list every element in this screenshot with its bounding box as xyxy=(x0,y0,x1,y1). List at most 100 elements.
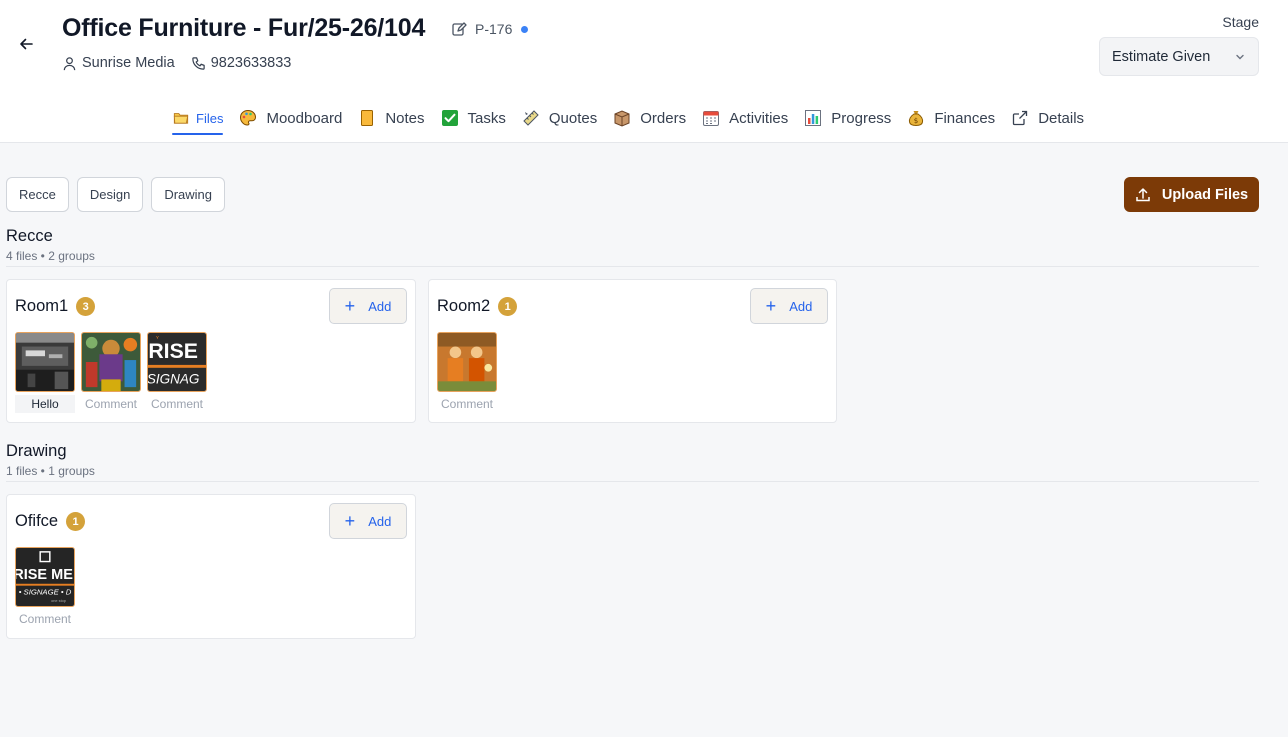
file-caption[interactable]: Comment xyxy=(81,395,141,413)
tab-label: Activities xyxy=(729,109,789,127)
filter-design-button[interactable]: Design xyxy=(76,177,144,212)
chevron-down-icon xyxy=(1234,51,1246,67)
meta-row: Sunrise Media 9823633833 xyxy=(62,55,291,71)
checkbox-icon xyxy=(441,109,459,127)
file-count-badge: 1 xyxy=(66,512,86,531)
add-label: Add xyxy=(368,298,392,314)
svg-text:• SIGNAGE • D: • SIGNAGE • D xyxy=(19,587,72,596)
divider xyxy=(6,481,1259,482)
tab-label: Files xyxy=(196,110,224,126)
section-title: Recce xyxy=(6,227,53,245)
tab-notes[interactable]: Notes xyxy=(358,101,425,135)
tab-label: Notes xyxy=(385,109,425,127)
tab-label: Finances xyxy=(934,109,996,127)
upload-label: Upload Files xyxy=(1161,186,1249,203)
filter-row: Recce Design Drawing xyxy=(6,177,233,212)
file-caption[interactable]: Comment xyxy=(15,610,75,628)
tab-moodboard[interactable]: Moodboard xyxy=(239,101,342,135)
svg-text:SIGNAG: SIGNAG xyxy=(147,371,199,386)
user-icon xyxy=(62,56,77,71)
thumbnail-list: Hello Comment RISE SIGNAG Y Comment xyxy=(15,332,213,413)
external-link-icon xyxy=(1011,109,1029,127)
tab-tasks[interactable]: Tasks xyxy=(441,101,506,135)
tab-bar: Files Moodboard Notes Tasks Quotes Order… xyxy=(172,101,1100,135)
back-arrow-icon[interactable] xyxy=(14,32,38,56)
file-item: Comment xyxy=(437,332,497,413)
tab-finances[interactable]: $ Finances xyxy=(907,101,995,135)
tab-details[interactable]: Details xyxy=(1011,101,1084,135)
group-title: Ofifce 1 xyxy=(15,512,86,531)
phone-info[interactable]: 9823633833 xyxy=(191,55,292,71)
tab-files[interactable]: Files xyxy=(172,101,224,135)
file-thumbnail[interactable]: RISE ME • SIGNAGE • D one stop xyxy=(15,547,75,607)
plus-icon: + xyxy=(344,296,356,316)
plus-icon: + xyxy=(344,511,356,531)
folder-icon xyxy=(172,109,190,127)
filter-drawing-button[interactable]: Drawing xyxy=(151,177,226,212)
svg-text:RISE ME: RISE ME xyxy=(15,567,73,583)
client-info: Sunrise Media xyxy=(62,55,175,71)
group-name: Room2 xyxy=(437,297,491,315)
file-thumbnail[interactable] xyxy=(81,332,141,392)
tab-label: Details xyxy=(1038,109,1085,127)
add-file-button[interactable]: + Add xyxy=(750,288,828,324)
add-file-button[interactable]: + Add xyxy=(329,288,407,324)
file-caption[interactable]: Hello xyxy=(15,395,75,413)
file-item: RISE SIGNAG Y Comment xyxy=(147,332,207,413)
tab-activities[interactable]: Activities xyxy=(702,101,788,135)
file-caption[interactable]: Comment xyxy=(147,395,207,413)
svg-text:RISE: RISE xyxy=(148,339,198,363)
ruler-icon xyxy=(522,109,540,127)
note-icon xyxy=(358,109,376,127)
file-thumbnail[interactable] xyxy=(437,332,497,392)
bar-chart-icon xyxy=(804,109,822,127)
money-bag-icon: $ xyxy=(907,109,925,127)
file-item: Comment xyxy=(81,332,141,413)
page-header: Office Furniture - Fur/25-26/104 P-176 S… xyxy=(0,0,1288,143)
add-file-button[interactable]: + Add xyxy=(329,503,407,539)
file-count-badge: 3 xyxy=(76,297,96,316)
client-name: Sunrise Media xyxy=(82,55,175,71)
add-label: Add xyxy=(789,298,813,314)
thumbnail-list: RISE ME • SIGNAGE • D one stop Comment xyxy=(15,547,81,628)
phone-icon xyxy=(191,56,206,71)
group-card-room2: Room2 1 + Add Comment xyxy=(428,279,837,423)
phone-number: 9823633833 xyxy=(210,55,292,71)
stage-value: Estimate Given xyxy=(1112,48,1211,65)
box-icon xyxy=(613,109,631,127)
stage-label: Stage xyxy=(1222,14,1259,30)
file-item: RISE ME • SIGNAGE • D one stop Comment xyxy=(15,547,75,628)
file-thumbnail[interactable]: RISE SIGNAG Y xyxy=(147,332,207,392)
edit-icon[interactable] xyxy=(451,21,467,37)
tab-label: Orders xyxy=(640,109,687,127)
section-summary: 1 files • 1 groups xyxy=(6,464,95,478)
page-title: Office Furniture - Fur/25-26/104 xyxy=(62,14,426,42)
tab-progress[interactable]: Progress xyxy=(804,101,891,135)
status-dot xyxy=(521,26,528,33)
divider xyxy=(6,266,1259,267)
upload-icon xyxy=(1135,187,1151,203)
upload-files-button[interactable]: Upload Files xyxy=(1124,177,1259,212)
file-caption[interactable]: Comment xyxy=(437,395,497,413)
svg-text:one stop: one stop xyxy=(51,599,66,603)
tab-label: Moodboard xyxy=(266,109,343,127)
tab-quotes[interactable]: Quotes xyxy=(522,101,597,135)
group-name: Room1 xyxy=(15,297,69,315)
file-count-badge: 1 xyxy=(498,297,518,316)
file-item: Hello xyxy=(15,332,75,413)
section-summary: 4 files • 2 groups xyxy=(6,249,95,263)
file-thumbnail[interactable] xyxy=(15,332,75,392)
tab-orders[interactable]: Orders xyxy=(613,101,686,135)
add-label: Add xyxy=(368,513,392,529)
group-title: Room1 3 xyxy=(15,297,96,316)
plus-icon: + xyxy=(765,296,777,316)
palette-icon xyxy=(239,109,257,127)
filter-recce-button[interactable]: Recce xyxy=(6,177,69,212)
svg-text:$: $ xyxy=(914,117,918,125)
group-card-ofifce: Ofifce 1 + Add RISE ME • SIGNAGE • D one… xyxy=(6,494,416,639)
stage-select[interactable]: Estimate Given xyxy=(1099,37,1259,76)
thumbnail-list: Comment xyxy=(437,332,503,413)
tab-label: Quotes xyxy=(548,109,598,127)
calendar-icon xyxy=(702,109,720,127)
group-title: Room2 1 xyxy=(437,297,518,316)
